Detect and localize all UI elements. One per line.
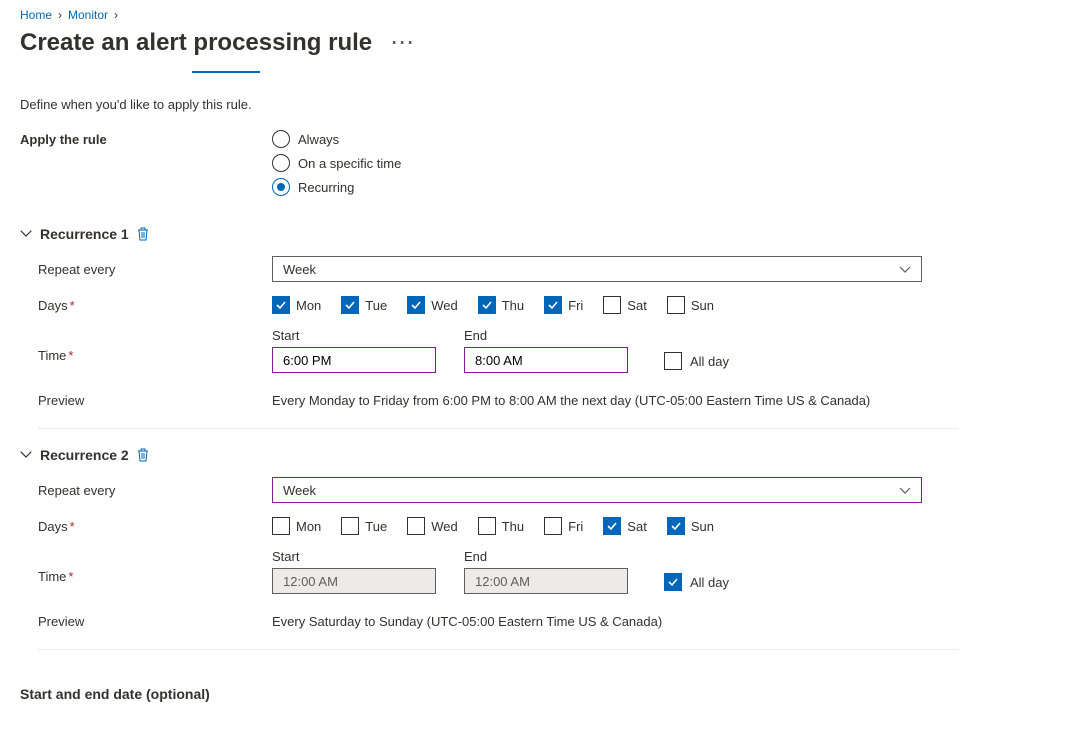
breadcrumb-home[interactable]: Home (20, 8, 52, 22)
chevron-down-icon (899, 484, 911, 496)
days-label-2: Days* (38, 519, 272, 534)
day-label: Tue (365, 519, 387, 534)
divider (38, 649, 958, 650)
chevron-right-icon: › (114, 8, 118, 22)
checkbox-icon (603, 296, 621, 314)
delete-icon[interactable] (137, 448, 149, 462)
allday-checkbox-1[interactable]: All day (664, 352, 729, 370)
tab-indicator (192, 71, 260, 73)
day-label: Sat (627, 519, 647, 534)
checkbox-icon (272, 296, 290, 314)
days-row-2: Mon Tue Wed Thu Fri Sat Sun (272, 517, 714, 535)
end-label-2: End (464, 549, 628, 564)
day-label: Tue (365, 298, 387, 313)
day-checkbox-fri-1[interactable]: Fri (544, 296, 583, 314)
checkbox-icon (341, 517, 359, 535)
radio-always[interactable]: Always (272, 130, 401, 148)
delete-icon[interactable] (137, 227, 149, 241)
chevron-down-icon (20, 226, 32, 242)
chevron-down-icon (20, 447, 32, 463)
apply-rule-label: Apply the rule (20, 130, 272, 147)
recurrence-2-title: Recurrence 2 (40, 447, 129, 463)
start-label-1: Start (272, 328, 436, 343)
repeat-every-label-2: Repeat every (38, 483, 272, 498)
day-label: Thu (502, 519, 524, 534)
days-row-1: Mon Tue Wed Thu Fri Sat Sun (272, 296, 714, 314)
checkbox-icon (544, 517, 562, 535)
checkbox-icon (407, 296, 425, 314)
preview-label-2: Preview (38, 614, 272, 629)
breadcrumb: Home › Monitor › (20, 0, 1057, 22)
allday-checkbox-2[interactable]: All day (664, 573, 729, 591)
day-checkbox-sun-1[interactable]: Sun (667, 296, 714, 314)
intro-text: Define when you'd like to apply this rul… (20, 97, 1057, 112)
day-checkbox-wed-1[interactable]: Wed (407, 296, 458, 314)
day-checkbox-sun-2[interactable]: Sun (667, 517, 714, 535)
preview-text-1: Every Monday to Friday from 6:00 PM to 8… (272, 393, 870, 408)
preview-label-1: Preview (38, 393, 272, 408)
chevron-down-icon (899, 263, 911, 275)
repeat-every-label-1: Repeat every (38, 262, 272, 277)
day-label: Wed (431, 519, 458, 534)
day-checkbox-wed-2[interactable]: Wed (407, 517, 458, 535)
day-checkbox-thu-2[interactable]: Thu (478, 517, 524, 535)
checkbox-icon (544, 296, 562, 314)
end-time-input-1[interactable] (464, 347, 628, 373)
day-label: Sun (691, 298, 714, 313)
day-label: Sun (691, 519, 714, 534)
preview-text-2: Every Saturday to Sunday (UTC-05:00 East… (272, 614, 662, 629)
day-checkbox-mon-2[interactable]: Mon (272, 517, 321, 535)
day-label: Fri (568, 298, 583, 313)
radio-recurring[interactable]: Recurring (272, 178, 401, 196)
chevron-right-icon: › (58, 8, 62, 22)
radio-specific-time[interactable]: On a specific time (272, 154, 401, 172)
time-label-1: Time* (38, 328, 272, 363)
day-label: Fri (568, 519, 583, 534)
day-checkbox-sat-2[interactable]: Sat (603, 517, 647, 535)
checkbox-icon (603, 517, 621, 535)
time-label-2: Time* (38, 549, 272, 584)
page-title: Create an alert processing rule ⋯ (20, 28, 1057, 57)
checkbox-icon (341, 296, 359, 314)
day-label: Wed (431, 298, 458, 313)
end-label-1: End (464, 328, 628, 343)
breadcrumb-monitor[interactable]: Monitor (68, 8, 108, 22)
day-checkbox-fri-2[interactable]: Fri (544, 517, 583, 535)
repeat-every-select-1[interactable]: Week (272, 256, 922, 282)
end-time-input-2 (464, 568, 628, 594)
day-label: Thu (502, 298, 524, 313)
day-checkbox-tue-2[interactable]: Tue (341, 517, 387, 535)
checkbox-icon (667, 517, 685, 535)
day-label: Mon (296, 298, 321, 313)
checkbox-icon (667, 296, 685, 314)
checkbox-icon (272, 517, 290, 535)
day-checkbox-thu-1[interactable]: Thu (478, 296, 524, 314)
days-label-1: Days* (38, 298, 272, 313)
start-time-input-2 (272, 568, 436, 594)
apply-rule-radio-group: Always On a specific time Recurring (272, 130, 401, 196)
more-actions-icon[interactable]: ⋯ (390, 28, 416, 57)
recurrence-1-header[interactable]: Recurrence 1 (20, 226, 1057, 242)
day-label: Mon (296, 519, 321, 534)
repeat-every-select-2[interactable]: Week (272, 477, 922, 503)
day-checkbox-mon-1[interactable]: Mon (272, 296, 321, 314)
start-label-2: Start (272, 549, 436, 564)
checkbox-icon (407, 517, 425, 535)
start-end-date-heading: Start and end date (optional) (20, 686, 1057, 702)
recurrence-1-title: Recurrence 1 (40, 226, 129, 242)
day-label: Sat (627, 298, 647, 313)
checkbox-icon (478, 517, 496, 535)
checkbox-icon (478, 296, 496, 314)
day-checkbox-sat-1[interactable]: Sat (603, 296, 647, 314)
start-time-input-1[interactable] (272, 347, 436, 373)
divider (38, 428, 958, 429)
recurrence-2-header[interactable]: Recurrence 2 (20, 447, 1057, 463)
day-checkbox-tue-1[interactable]: Tue (341, 296, 387, 314)
